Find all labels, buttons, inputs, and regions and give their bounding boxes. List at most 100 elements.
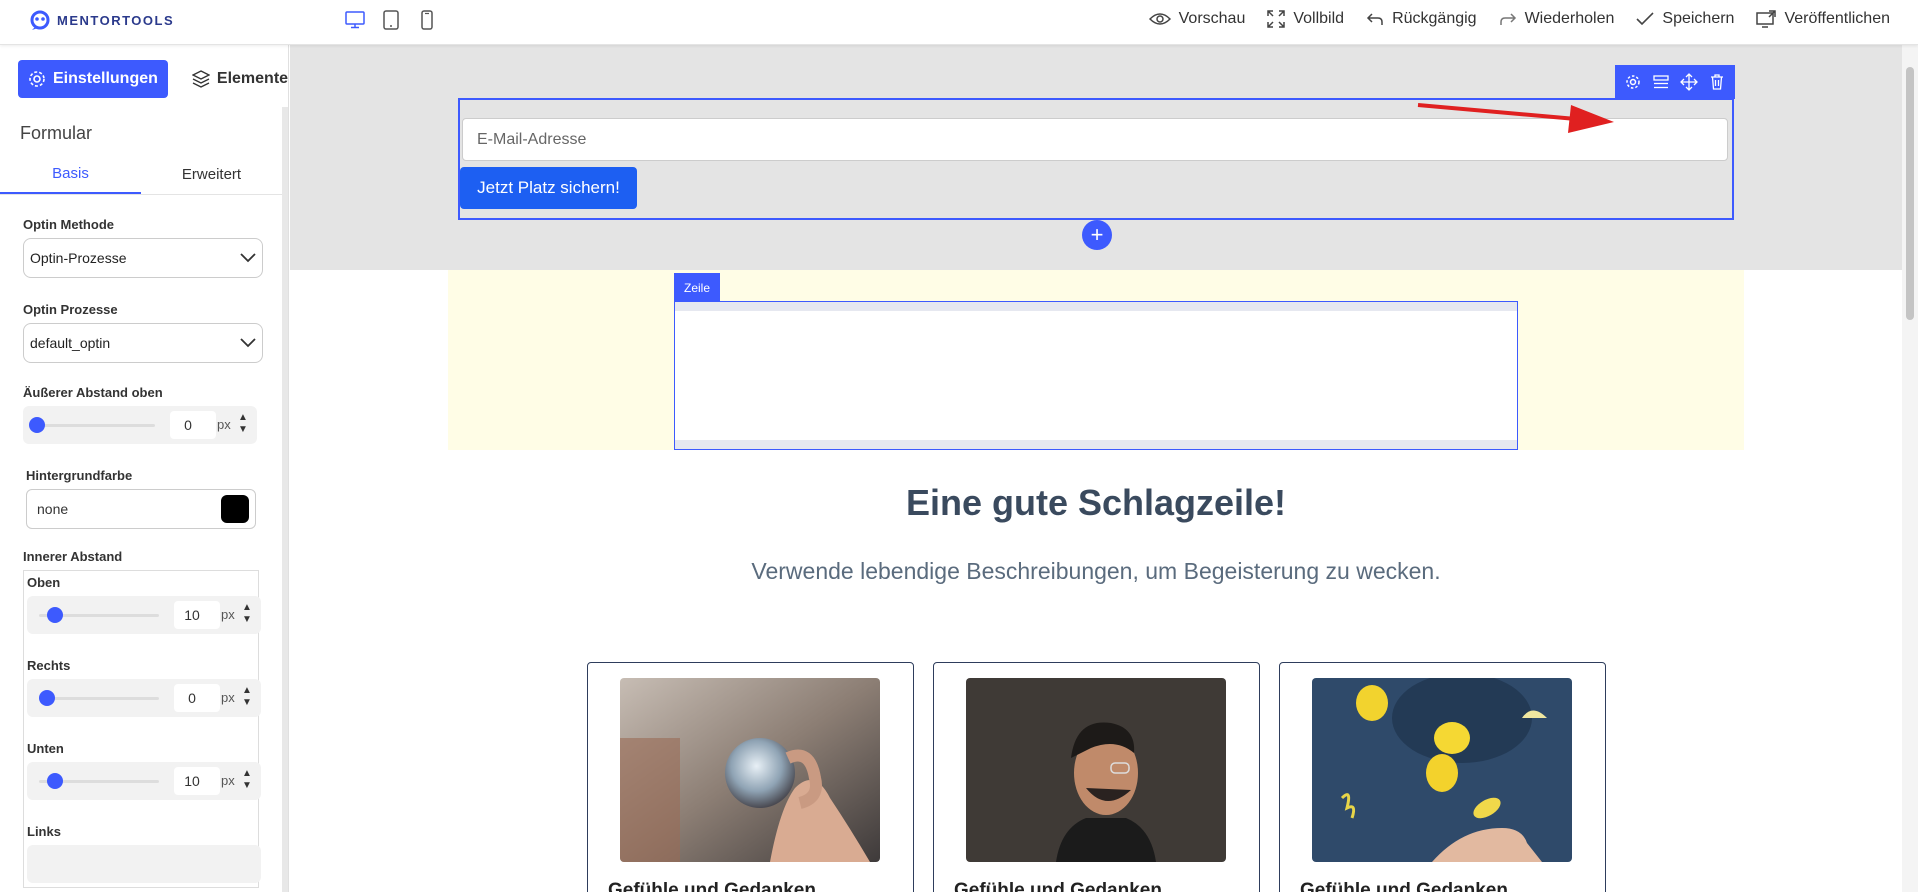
element-settings-button[interactable] bbox=[1622, 71, 1644, 93]
check-icon bbox=[1636, 12, 1654, 26]
stepper-arrows[interactable]: ▲ ▼ bbox=[242, 768, 252, 792]
element-delete-button[interactable] bbox=[1706, 71, 1728, 93]
crystal-ball-photo bbox=[620, 678, 880, 862]
margin-top-input[interactable]: 0 bbox=[170, 411, 216, 439]
device-switcher bbox=[344, 9, 438, 31]
add-section-button[interactable]: + bbox=[1082, 220, 1112, 250]
undo-label: Rückgängig bbox=[1392, 10, 1477, 27]
bg-color-picker[interactable]: none bbox=[26, 489, 256, 529]
stepper-arrows[interactable]: ▲ ▼ bbox=[242, 602, 252, 626]
feature-card[interactable]: Gefühle und Gedanken bbox=[587, 662, 914, 892]
padding-right-input[interactable]: 0 bbox=[174, 684, 220, 712]
card-title: Gefühle und Gedanken bbox=[954, 880, 1162, 892]
subheadline[interactable]: Verwende lebendige Beschreibungen, um Be… bbox=[290, 558, 1902, 585]
redo-button[interactable]: Wiederholen bbox=[1499, 10, 1615, 28]
card-image[interactable] bbox=[1312, 678, 1572, 862]
brand-logo[interactable]: MENTORTOOLS bbox=[29, 10, 174, 30]
undo-button[interactable]: Rückgängig bbox=[1366, 10, 1477, 28]
margin-top-label: Äußerer Abstand oben bbox=[23, 385, 163, 400]
tablet-icon bbox=[383, 10, 399, 30]
padding-bottom-label: Unten bbox=[27, 741, 64, 756]
padding-right-label: Rechts bbox=[27, 658, 71, 673]
tab-settings-label: Einstellungen bbox=[53, 70, 158, 87]
fullscreen-button[interactable]: Vollbild bbox=[1267, 10, 1344, 28]
slider-knob[interactable] bbox=[29, 417, 45, 433]
slider-track[interactable] bbox=[39, 697, 159, 700]
publish-label: Veröffentlichen bbox=[1784, 10, 1890, 27]
redo-icon bbox=[1499, 13, 1516, 25]
desktop-icon bbox=[345, 11, 365, 29]
padding-right-unit: px bbox=[221, 690, 235, 705]
eye-icon bbox=[1148, 13, 1171, 25]
gear-icon bbox=[29, 71, 45, 87]
optin-process-select[interactable]: default_optin bbox=[23, 323, 263, 363]
trash-icon bbox=[1711, 74, 1723, 90]
scrollbar-thumb[interactable] bbox=[1906, 67, 1914, 320]
row-tag[interactable]: Zeile bbox=[674, 273, 720, 303]
subtab-basic[interactable]: Basis bbox=[0, 155, 141, 194]
stepper-arrows[interactable]: ▲ ▼ bbox=[242, 685, 252, 709]
padding-left-label: Links bbox=[27, 824, 61, 839]
padding-left-slider bbox=[27, 845, 261, 883]
headline[interactable]: Eine gute Schlagzeile! bbox=[290, 482, 1902, 524]
publish-button[interactable]: Veröffentlichen bbox=[1756, 10, 1890, 28]
settings-sidebar: Einstellungen Elemente Formular Basis Er… bbox=[0, 45, 289, 892]
element-move-button[interactable] bbox=[1678, 71, 1700, 93]
row-top-band bbox=[675, 302, 1517, 311]
preview-button[interactable]: Vorschau bbox=[1148, 10, 1246, 28]
fullscreen-label: Vollbild bbox=[1293, 10, 1345, 27]
brand-name: MENTORTOOLS bbox=[57, 12, 175, 28]
slider-knob[interactable] bbox=[47, 773, 63, 789]
margin-top-unit: px bbox=[217, 417, 231, 432]
padding-top-label: Oben bbox=[27, 575, 61, 590]
feature-card[interactable]: Gefühle und Gedanken bbox=[933, 662, 1260, 892]
optin-process-label: Optin Prozesse bbox=[23, 302, 118, 317]
card-image[interactable] bbox=[966, 678, 1226, 862]
optin-method-select[interactable]: Optin-Prozesse bbox=[23, 238, 263, 278]
optin-method-value: Optin-Prozesse bbox=[30, 250, 127, 266]
slider-track[interactable] bbox=[35, 424, 155, 427]
panel-title: Formular bbox=[20, 123, 93, 143]
page-scrollbar[interactable] bbox=[1902, 45, 1918, 892]
logo-icon bbox=[30, 10, 50, 30]
stepper-arrows[interactable]: ▲ ▼ bbox=[238, 412, 248, 436]
annotation-arrow bbox=[1417, 103, 1614, 133]
settings-form: Optin Methode Optin-Prozesse Optin Proze… bbox=[23, 217, 263, 888]
sidebar-scrollbar[interactable] bbox=[282, 107, 288, 892]
sidebar-tabs: Einstellungen Elemente bbox=[18, 60, 288, 98]
subtab-advanced[interactable]: Erweitert bbox=[141, 155, 282, 194]
optin-process-value: default_optin bbox=[30, 335, 111, 351]
padding-top-slider: 10 px ▲ ▼ bbox=[27, 596, 261, 634]
preview-label: Vorschau bbox=[1178, 10, 1246, 27]
element-layout-button[interactable] bbox=[1650, 71, 1672, 93]
row-container[interactable] bbox=[674, 301, 1518, 450]
portrait-photo bbox=[966, 678, 1226, 862]
feature-card[interactable]: Gefühle und Gedanken bbox=[1279, 662, 1606, 892]
rows-icon bbox=[1653, 75, 1669, 89]
redo-label: Wiederholen bbox=[1524, 10, 1615, 27]
margin-top-slider: 0 px ▲ ▼ bbox=[23, 406, 257, 444]
slider-knob[interactable] bbox=[39, 690, 55, 706]
tab-settings[interactable]: Einstellungen bbox=[18, 60, 168, 98]
padding-bottom-input[interactable]: 10 bbox=[174, 767, 220, 795]
top-bar: MENTORTOOLS Vorschau Vollbild Rückgängig… bbox=[0, 0, 1918, 45]
bg-color-label: Hintergrundfarbe bbox=[26, 468, 133, 483]
desktop-view-button[interactable] bbox=[344, 9, 366, 31]
action-bar: Vorschau Vollbild Rückgängig Wiederholen… bbox=[1148, 10, 1890, 28]
chevron-down-icon bbox=[240, 338, 256, 348]
row-bottom-band bbox=[675, 440, 1517, 449]
padding-top-unit: px bbox=[221, 607, 235, 622]
move-icon bbox=[1680, 73, 1698, 91]
card-title: Gefühle und Gedanken bbox=[1300, 880, 1508, 892]
publish-icon bbox=[1756, 10, 1777, 28]
tab-elements[interactable]: Elemente bbox=[182, 60, 288, 98]
color-swatch[interactable] bbox=[221, 495, 249, 523]
padding-top-input[interactable]: 10 bbox=[174, 601, 220, 629]
save-button[interactable]: Speichern bbox=[1636, 10, 1734, 28]
mobile-view-button[interactable] bbox=[416, 9, 438, 31]
tablet-view-button[interactable] bbox=[380, 9, 402, 31]
mobile-icon bbox=[421, 10, 433, 30]
card-image[interactable] bbox=[620, 678, 880, 862]
cta-button[interactable]: Jetzt Platz sichern! bbox=[460, 167, 637, 209]
slider-knob[interactable] bbox=[47, 607, 63, 623]
